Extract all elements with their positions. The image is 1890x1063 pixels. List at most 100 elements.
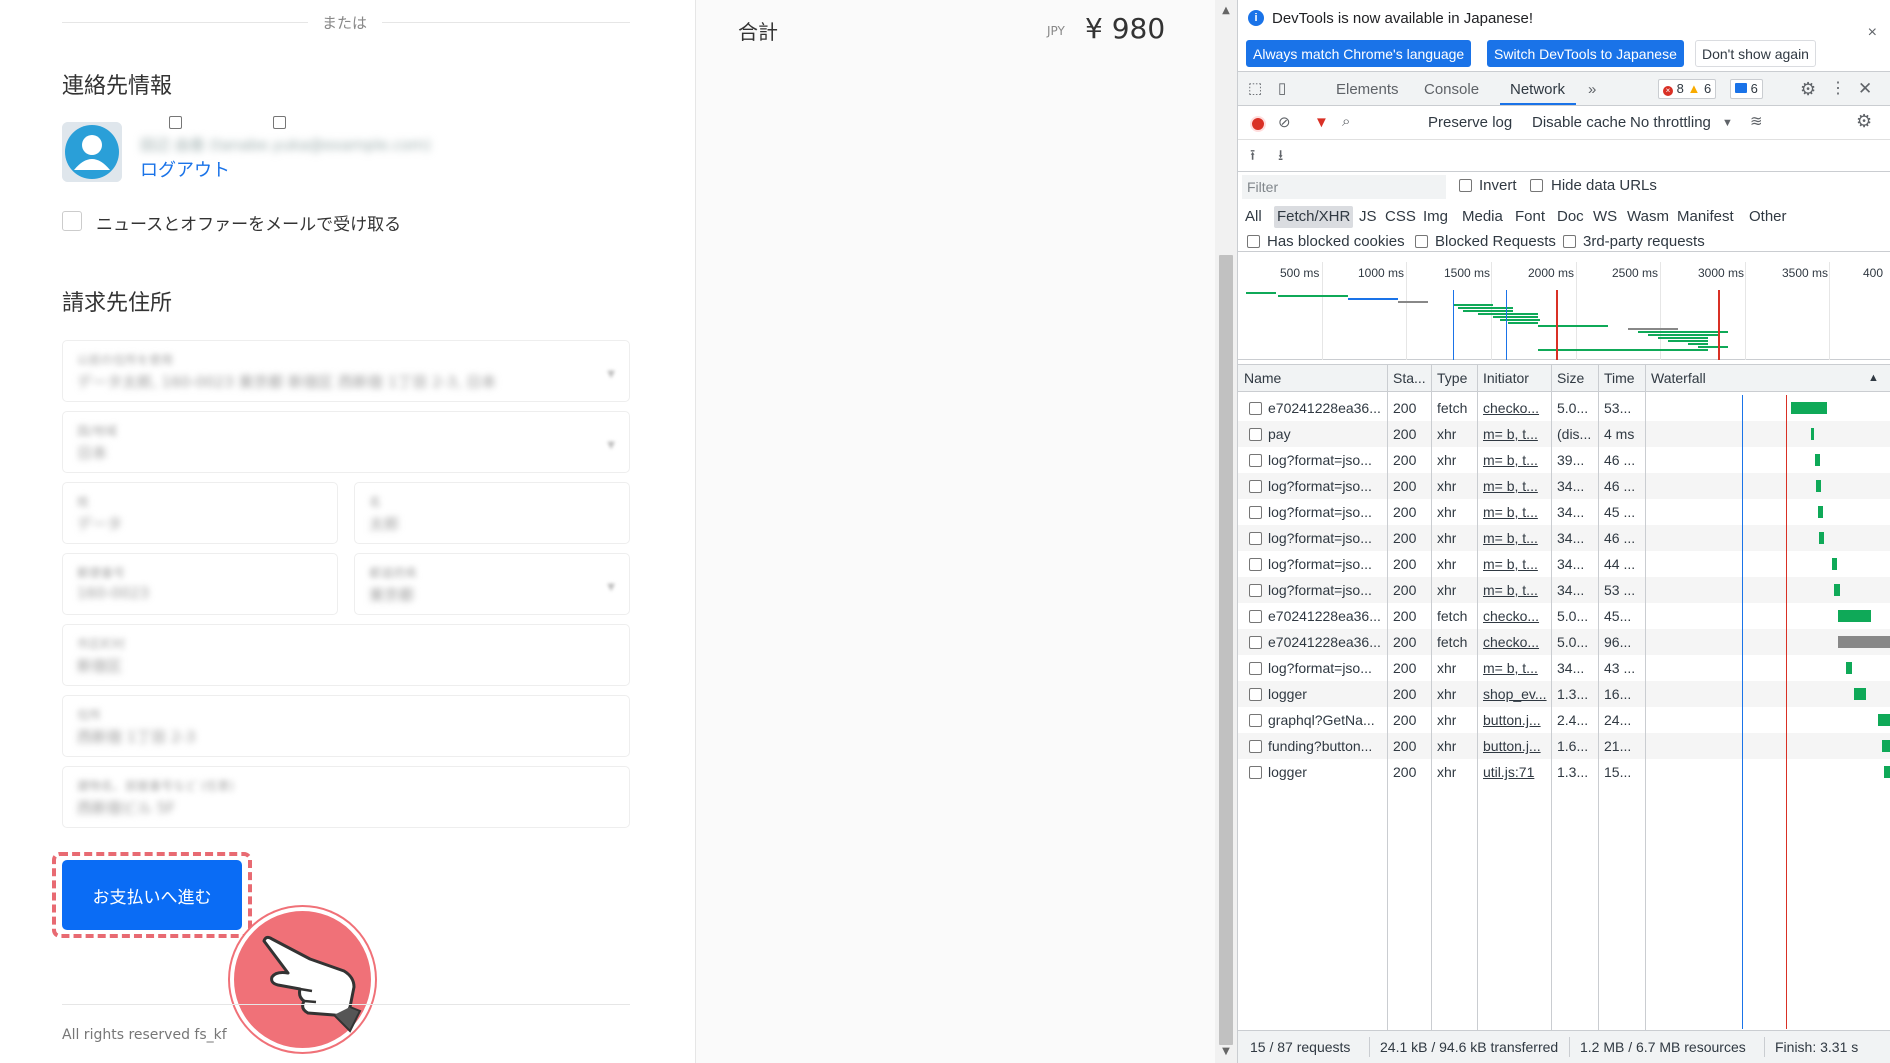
row-checkbox[interactable] — [1249, 740, 1262, 753]
request-name[interactable]: e70241228ea36... — [1268, 608, 1383, 624]
row-checkbox[interactable] — [1249, 662, 1262, 675]
inspect-element-icon[interactable]: ⬚ — [1248, 81, 1262, 97]
request-name[interactable]: funding?button... — [1268, 738, 1383, 754]
tab-network[interactable]: Network — [1510, 81, 1565, 98]
wifi-conditions-icon[interactable]: ≋ — [1750, 114, 1763, 130]
row-checkbox[interactable] — [1249, 402, 1262, 415]
disable-cache-checkbox[interactable] — [273, 116, 286, 129]
record-icon[interactable] — [1250, 116, 1266, 132]
row-checkbox[interactable] — [1249, 532, 1262, 545]
throttling-select[interactable]: No throttling — [1630, 114, 1711, 131]
row-checkbox[interactable] — [1249, 766, 1262, 779]
messages-counter[interactable]: 6 — [1730, 79, 1763, 99]
preserve-log-checkbox[interactable] — [169, 116, 182, 129]
request-name[interactable]: e70241228ea36... — [1268, 634, 1383, 650]
always-match-language-button[interactable]: Always match Chrome's language — [1246, 40, 1472, 67]
scroll-down-arrow-icon[interactable]: ▼ — [1219, 1045, 1233, 1059]
table-row[interactable]: graphql?GetNa... 200 xhr button.j... 2.4... 2… — [1238, 707, 1890, 733]
request-name[interactable]: e70241228ea36... — [1268, 400, 1383, 416]
row-checkbox[interactable] — [1249, 636, 1262, 649]
prefecture-select[interactable]: 都道府県 東京都 ▼ — [354, 553, 630, 615]
scroll-up-arrow-icon[interactable]: ▲ — [1219, 4, 1233, 18]
table-row[interactable]: log?format=jso... 200 xhr m= b, t... 34... 44… — [1238, 551, 1890, 577]
search-icon[interactable]: ⌕ — [1342, 114, 1350, 130]
type-filter-doc[interactable]: Doc — [1554, 206, 1587, 228]
type-filter-css[interactable]: CSS — [1382, 206, 1419, 228]
type-filter-all[interactable]: All — [1242, 206, 1265, 228]
request-initiator-link[interactable]: m= b, t... — [1483, 556, 1547, 572]
request-name[interactable]: graphql?GetNa... — [1268, 712, 1383, 728]
request-name[interactable]: log?format=jso... — [1268, 582, 1383, 598]
more-options-icon[interactable]: ⋮ — [1830, 81, 1846, 97]
logout-link[interactable]: ログアウト — [140, 156, 230, 182]
device-toolbar-icon[interactable]: ▯ — [1278, 81, 1286, 97]
chevron-down-icon[interactable]: ▼ — [1722, 115, 1733, 131]
row-checkbox[interactable] — [1249, 688, 1262, 701]
request-name[interactable]: log?format=jso... — [1268, 660, 1383, 676]
table-row[interactable]: log?format=jso... 200 xhr m= b, t... 34... 53… — [1238, 577, 1890, 603]
row-checkbox[interactable] — [1249, 558, 1262, 571]
type-filter-manifest[interactable]: Manifest — [1674, 206, 1737, 228]
more-tabs-icon[interactable]: » — [1588, 81, 1596, 98]
first-name-field[interactable]: 名太郎 — [354, 482, 630, 544]
table-row[interactable]: logger 200 xhr util.js:71 1.3... 15... — [1238, 759, 1890, 785]
table-row[interactable]: log?format=jso... 200 xhr m= b, t... 34... 45… — [1238, 499, 1890, 525]
page-scrollbar[interactable]: ▲ ▼ — [1215, 0, 1237, 1063]
apartment-field[interactable]: 建物名、部屋番号など (任意) 西新宿ビル 5F — [62, 766, 630, 828]
table-row[interactable]: log?format=jso... 200 xhr m= b, t... 34... 43… — [1238, 655, 1890, 681]
type-filter-media[interactable]: Media — [1459, 206, 1506, 228]
settings-gear-icon[interactable]: ⚙ — [1800, 80, 1816, 98]
column-type[interactable]: Type — [1437, 370, 1467, 386]
request-initiator-link[interactable]: button.j... — [1483, 738, 1547, 754]
column-name[interactable]: Name — [1244, 370, 1281, 386]
third-party-checkbox[interactable] — [1563, 235, 1576, 248]
request-initiator-link[interactable]: checko... — [1483, 400, 1547, 416]
table-row[interactable]: log?format=jso... 200 xhr m= b, t... 34... 46… — [1238, 473, 1890, 499]
network-overview-timeline[interactable]: 500 ms 1000 ms 1500 ms 2000 ms 2500 ms 3… — [1238, 262, 1890, 360]
request-initiator-link[interactable]: m= b, t... — [1483, 504, 1547, 520]
table-row[interactable]: pay 200 xhr m= b, t... (dis... 4 ms — [1238, 421, 1890, 447]
table-row[interactable]: log?format=jso... 200 xhr m= b, t... 39... 46… — [1238, 447, 1890, 473]
row-checkbox[interactable] — [1249, 454, 1262, 467]
row-checkbox[interactable] — [1249, 480, 1262, 493]
request-initiator-link[interactable]: button.j... — [1483, 712, 1547, 728]
row-checkbox[interactable] — [1249, 714, 1262, 727]
type-filter-wasm[interactable]: Wasm — [1624, 206, 1672, 228]
type-filter-ws[interactable]: WS — [1590, 206, 1620, 228]
network-settings-gear-icon[interactable]: ⚙ — [1856, 112, 1872, 130]
tab-elements[interactable]: Elements — [1336, 81, 1399, 98]
proceed-to-payment-button[interactable]: お支払いへ進む — [62, 860, 242, 930]
request-name[interactable]: pay — [1268, 426, 1383, 442]
row-checkbox[interactable] — [1249, 428, 1262, 441]
table-row[interactable]: funding?button... 200 xhr button.j... 1.6...… — [1238, 733, 1890, 759]
column-initiator[interactable]: Initiator — [1483, 370, 1529, 386]
clear-icon[interactable]: ⊘ — [1278, 115, 1291, 131]
table-row[interactable]: log?format=jso... 200 xhr m= b, t... 34... 46… — [1238, 525, 1890, 551]
table-row[interactable]: e70241228ea36... 200 fetch checko... 5.0... 4… — [1238, 603, 1890, 629]
row-checkbox[interactable] — [1249, 610, 1262, 623]
postal-code-field[interactable]: 郵便番号 160-0023 — [62, 553, 338, 615]
column-status[interactable]: Sta... — [1393, 370, 1426, 386]
request-initiator-link[interactable]: m= b, t... — [1483, 478, 1547, 494]
request-initiator-link[interactable]: checko... — [1483, 634, 1547, 650]
type-filter-fetch-xhr[interactable]: Fetch/XHR — [1274, 206, 1354, 228]
switch-to-japanese-button[interactable]: Switch DevTools to Japanese — [1487, 40, 1684, 67]
type-filter-other[interactable]: Other — [1746, 206, 1790, 228]
request-initiator-link[interactable]: m= b, t... — [1483, 660, 1547, 676]
tab-console[interactable]: Console — [1424, 81, 1479, 98]
address-field[interactable]: 住所 西新宿 1丁目 2-3 — [62, 695, 630, 757]
request-initiator-link[interactable]: checko... — [1483, 608, 1547, 624]
hide-data-urls-checkbox[interactable] — [1530, 179, 1543, 192]
newsletter-checkbox[interactable] — [62, 211, 82, 231]
saved-address-select[interactable]: 以前の住所を使用 データ太郎, 160-0023 東京都 新宿区 西新宿 1丁目 … — [62, 340, 630, 402]
import-har-icon[interactable]: ⭱ — [1250, 148, 1255, 164]
scrollbar-thumb[interactable] — [1219, 255, 1233, 1045]
request-name[interactable]: log?format=jso... — [1268, 556, 1383, 572]
blocked-requests-checkbox[interactable] — [1415, 235, 1428, 248]
column-time[interactable]: Time — [1604, 370, 1635, 386]
column-waterfall[interactable]: Waterfall — [1651, 370, 1706, 386]
type-filter-img[interactable]: Img — [1420, 206, 1451, 228]
filter-funnel-icon[interactable]: ▼ — [1314, 115, 1329, 131]
close-devtools-icon[interactable]: ✕ — [1858, 80, 1872, 97]
type-filter-font[interactable]: Font — [1512, 206, 1548, 228]
